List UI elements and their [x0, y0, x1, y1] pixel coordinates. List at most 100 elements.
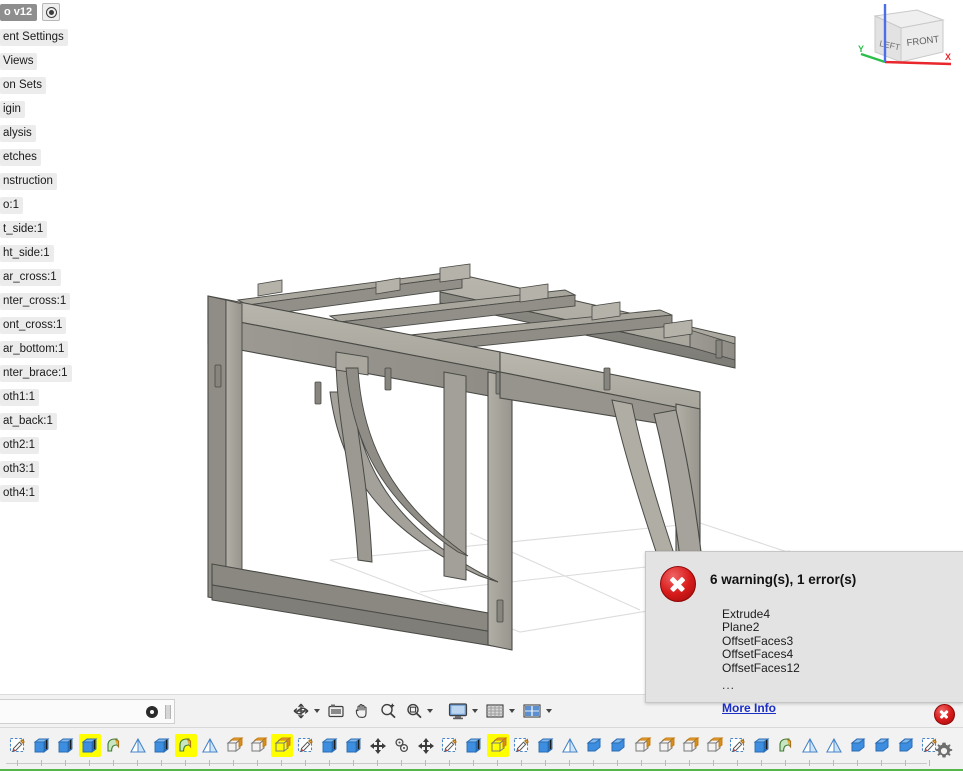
browser-tree-item-label: nstruction	[0, 173, 57, 190]
chevron-down-icon[interactable]	[472, 709, 478, 713]
timeline-feature-node[interactable]	[846, 734, 870, 766]
browser-tree-item[interactable]: igin	[0, 101, 78, 118]
timeline-tick	[161, 760, 162, 766]
browser-tree-item[interactable]: t_side:1	[0, 221, 78, 238]
browser-tree-item[interactable]: on Sets	[0, 77, 78, 94]
browser-tree-item[interactable]: ar_bottom:1	[0, 341, 78, 358]
chamfer-feature-icon	[610, 738, 626, 752]
grid-icon	[486, 704, 504, 718]
timeline-feature-node[interactable]	[630, 734, 654, 766]
timeline-feature-node[interactable]	[534, 734, 558, 766]
timeline-feature-node[interactable]	[270, 734, 294, 766]
timeline-feature-node[interactable]	[750, 734, 774, 766]
extrude-feature-icon	[321, 738, 338, 753]
display-settings-button[interactable]	[445, 699, 480, 723]
timeline-feature-node[interactable]	[246, 734, 270, 766]
viewports-button[interactable]	[519, 699, 554, 723]
timeline-feature-node[interactable]	[150, 734, 174, 766]
timeline-feature-node[interactable]	[438, 734, 462, 766]
record-dot-icon[interactable]	[42, 3, 61, 21]
browser-tree-item-label: nter_brace:1	[0, 365, 72, 382]
timeline-feature-node[interactable]	[870, 734, 894, 766]
timeline-feature-node[interactable]	[6, 734, 30, 766]
browser-tree-item[interactable]: at_back:1	[0, 413, 78, 430]
browser-tree-item[interactable]: alysis	[0, 125, 78, 142]
timeline-feature-node[interactable]	[582, 734, 606, 766]
error-x-icon	[660, 566, 696, 602]
browser-tree-item[interactable]: oth3:1	[0, 461, 78, 478]
browser-tree-item[interactable]: nter_cross:1	[0, 293, 78, 310]
extrude-feature-icon	[345, 738, 362, 753]
drag-handle-icon[interactable]	[165, 704, 171, 719]
browser-tree-item[interactable]: ht_side:1	[0, 245, 78, 262]
pan-button[interactable]	[350, 699, 374, 723]
plane-feature-icon	[826, 737, 842, 753]
status-bar-error-badge[interactable]	[934, 704, 955, 725]
chevron-down-icon[interactable]	[314, 709, 320, 713]
timeline-feature-node[interactable]	[774, 734, 798, 766]
chevron-down-icon[interactable]	[509, 709, 515, 713]
timeline-feature-node[interactable]	[54, 734, 78, 766]
browser-tree-item[interactable]: ent Settings	[0, 29, 78, 46]
timeline-feature-node[interactable]	[822, 734, 846, 766]
warnings-errors-dialog[interactable]: 6 warning(s), 1 error(s) Extrude4 Plane2 O…	[645, 551, 963, 715]
timeline-feature-node[interactable]	[462, 734, 486, 766]
grid-and-snaps-button[interactable]	[482, 699, 517, 723]
browser-tree-item[interactable]: oth1:1	[0, 389, 78, 406]
timeline-feature-node[interactable]	[726, 734, 750, 766]
zoom-button[interactable]	[376, 699, 400, 723]
timeline-tick	[881, 760, 882, 766]
timeline-feature-node[interactable]	[510, 734, 534, 766]
browser-tree-item[interactable]: nstruction	[0, 173, 78, 190]
fit-button[interactable]	[402, 699, 435, 723]
chevron-down-icon[interactable]	[546, 709, 552, 713]
look-at-icon	[328, 704, 344, 718]
timeline-feature-node[interactable]	[606, 734, 630, 766]
timeline-tick	[521, 760, 522, 766]
timeline-feature-node[interactable]	[798, 734, 822, 766]
document-title-row[interactable]: o v12	[0, 3, 78, 21]
more-info-link[interactable]: More Info	[722, 701, 776, 715]
browser-tree-item[interactable]: etches	[0, 149, 78, 166]
timeline-feature-node[interactable]	[102, 734, 126, 766]
browser-tree-item[interactable]: oth2:1	[0, 437, 78, 454]
timeline-feature-node[interactable]	[198, 734, 222, 766]
timeline-feature-node[interactable]	[678, 734, 702, 766]
browser-tree-item[interactable]: ont_cross:1	[0, 317, 78, 334]
browser-tree-item[interactable]: Views	[0, 53, 78, 70]
timeline-feature-node[interactable]	[702, 734, 726, 766]
timeline-feature-node[interactable]	[342, 734, 366, 766]
timeline-feature-node[interactable]	[126, 734, 150, 766]
timeline-feature-node[interactable]	[174, 734, 198, 766]
playhead-icon[interactable]	[146, 705, 158, 718]
browser-tree-item[interactable]: nter_brace:1	[0, 365, 78, 382]
timeline-feature-node[interactable]	[294, 734, 318, 766]
timeline-feature-node[interactable]	[414, 734, 438, 766]
timeline-feature-node[interactable]	[654, 734, 678, 766]
orbit-button[interactable]	[289, 699, 322, 723]
chevron-down-icon[interactable]	[427, 709, 433, 713]
timeline-marker-panel[interactable]	[0, 699, 175, 724]
timeline-feature-node[interactable]	[486, 734, 510, 766]
timeline-track[interactable]	[6, 734, 942, 766]
timeline-feature-node[interactable]	[30, 734, 54, 766]
browser-tree-panel[interactable]: o v12 ent Settings Views on Sets igin alysis…	[0, 0, 78, 510]
browser-tree-item[interactable]: ar_cross:1	[0, 269, 78, 286]
timeline-feature-node[interactable]	[222, 734, 246, 766]
timeline-feature-node[interactable]	[366, 734, 390, 766]
navigation-bar[interactable]	[289, 698, 554, 724]
offsetface-feature-icon	[634, 737, 652, 752]
browser-tree-item[interactable]: oth4:1	[0, 485, 78, 502]
look-at-button[interactable]	[324, 699, 348, 723]
sketch-feature-icon	[297, 737, 313, 753]
browser-tree-item[interactable]: o:1	[0, 197, 78, 214]
view-cube[interactable]: LEFT FRONT X Y	[855, 2, 955, 74]
timeline-tick	[929, 760, 930, 766]
timeline-bar[interactable]	[0, 727, 963, 771]
timeline-feature-node[interactable]	[894, 734, 918, 766]
timeline-feature-node[interactable]	[78, 734, 102, 766]
dialog-header: 6 warning(s), 1 error(s)	[660, 564, 953, 602]
timeline-feature-node[interactable]	[318, 734, 342, 766]
timeline-feature-node[interactable]	[558, 734, 582, 766]
timeline-feature-node[interactable]	[390, 734, 414, 766]
